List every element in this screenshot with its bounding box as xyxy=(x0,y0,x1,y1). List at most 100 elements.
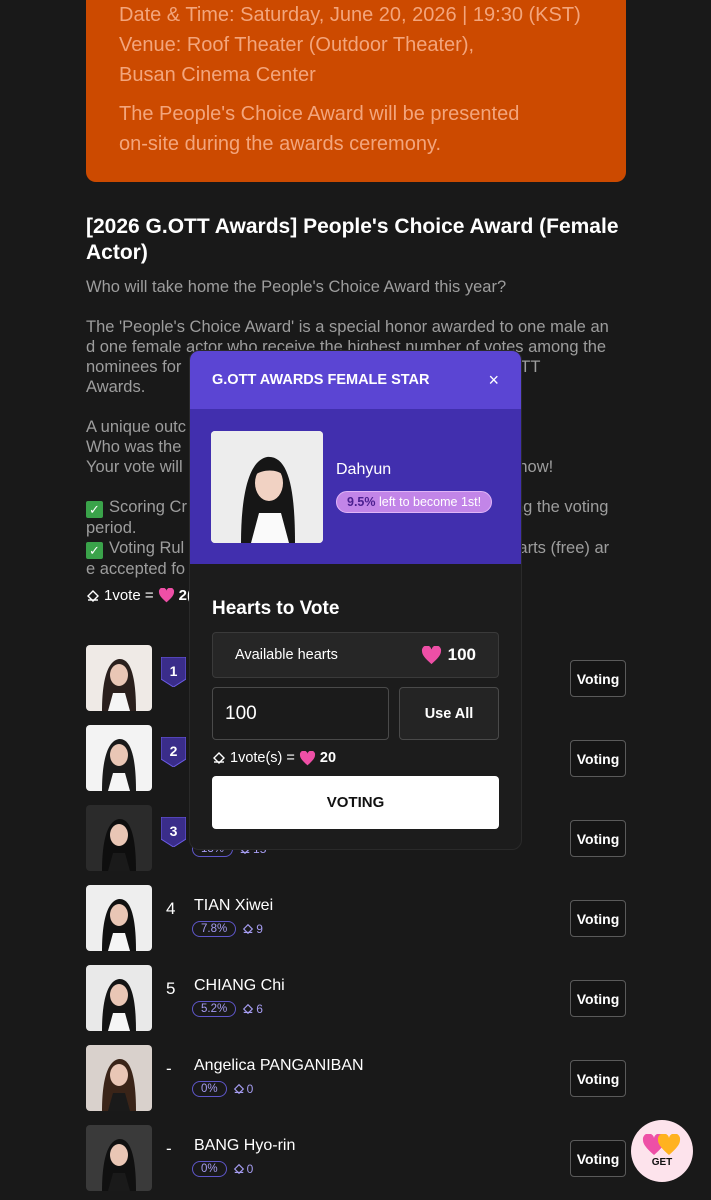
checkmark-icon: ✓ xyxy=(86,501,103,518)
vote-rate: 1vote(s) = 20 xyxy=(212,750,499,766)
nominee-thumbnail xyxy=(86,1045,152,1111)
available-hearts-label: Available hearts xyxy=(235,647,338,663)
nominee-name: Angelica PANGANIBAN xyxy=(194,1057,364,1074)
modal-title: G.OTT AWARDS FEMALE STAR xyxy=(212,372,430,388)
vote-percent: 7.8% xyxy=(192,921,237,937)
available-hearts-value: 100 xyxy=(447,645,476,664)
nominee-card: Dahyun 9.5% left to become 1st! xyxy=(190,409,521,564)
nominee-thumbnail xyxy=(86,725,152,791)
nominee-stats: 0% 0 xyxy=(192,1161,253,1177)
nominee-photo xyxy=(211,431,323,543)
ballot-icon xyxy=(87,589,99,602)
rank-number: - xyxy=(166,1139,172,1158)
rank-gap-badge: 9.5% left to become 1st! xyxy=(336,491,493,513)
rank-number: 4 xyxy=(166,899,176,918)
nominee-stats: 5.2% 6 xyxy=(192,1001,263,1017)
desc-line: Voting Rul xyxy=(109,539,185,557)
vote-count-wrap: 0 xyxy=(233,1082,254,1096)
nominee-thumbnail xyxy=(86,805,152,871)
rank-gap-pct: 9.5% xyxy=(347,495,376,509)
close-icon[interactable]: × xyxy=(488,370,499,391)
desc-line: Your vote will xyxy=(86,458,183,476)
vote-count-wrap: 0 xyxy=(233,1162,254,1176)
desc-line: ng the voting xyxy=(513,498,609,516)
submit-voting-button[interactable]: VOTING xyxy=(212,776,499,829)
desc-line: Who will take home the People's Choice A… xyxy=(86,278,507,296)
ballot-icon xyxy=(243,923,254,935)
voting-button[interactable]: Voting xyxy=(570,980,626,1017)
rank-badge-icon: 2 xyxy=(161,737,186,767)
vote-percent: 5.2% xyxy=(192,1001,237,1017)
ballot-icon xyxy=(233,1083,244,1095)
modal-header: G.OTT AWARDS FEMALE STAR × xyxy=(190,351,521,409)
nominee-name: BANG Hyo-rin xyxy=(194,1137,296,1154)
ballot-icon xyxy=(213,752,225,764)
page: Date & Time: Saturday, June 20, 2026 | 1… xyxy=(0,0,711,1200)
vote-count: 6 xyxy=(256,1002,263,1016)
event-venue: Venue: Roof Theater (Outdoor Theater), xyxy=(119,34,475,56)
vote-percent: 0% xyxy=(192,1161,227,1177)
vote-count: 0 xyxy=(246,1162,254,1176)
desc-line: nominees for xyxy=(86,358,182,376)
use-all-button[interactable]: Use All xyxy=(399,687,499,740)
nominee-thumbnail xyxy=(86,965,152,1031)
hearts-icon xyxy=(642,1134,681,1155)
vote-rule: 1vote = 2( xyxy=(86,587,192,604)
nominee-stats: 7.8% 9 xyxy=(192,921,263,937)
rank-number: - xyxy=(166,1059,172,1078)
nominee-thumbnail xyxy=(86,645,152,711)
event-venue-detail: Busan Cinema Center xyxy=(119,64,316,86)
rank-number: 1 xyxy=(170,663,178,679)
rank-gap-text: left to become 1st! xyxy=(378,495,482,509)
vote-percent: 0% xyxy=(192,1081,227,1097)
voting-button[interactable]: Voting xyxy=(570,740,626,777)
desc-line: The 'People's Choice Award' is a special… xyxy=(86,318,609,336)
heart-icon xyxy=(158,588,174,603)
voting-button[interactable]: Voting xyxy=(570,660,626,697)
ballot-icon xyxy=(233,1163,244,1175)
event-note-2: on-site during the awards ceremony. xyxy=(119,133,442,155)
vote-count: 9 xyxy=(256,922,263,936)
nominee-row: - Angelica PANGANIBAN 0% 0 Voting xyxy=(86,1045,626,1111)
nominee-name: CHIANG Chi xyxy=(194,977,285,994)
vote-rate-text: 1vote(s) = xyxy=(230,750,295,766)
desc-line: Scoring Cr xyxy=(109,498,187,516)
voting-button[interactable]: Voting xyxy=(570,1060,626,1097)
rank-badge-icon: 1 xyxy=(161,657,186,687)
nominee-stats: 0% 0 xyxy=(192,1081,253,1097)
page-title: [2026 G.OTT Awards] People's Choice Awar… xyxy=(86,215,619,264)
heart-icon xyxy=(299,750,315,765)
rank-number: 3 xyxy=(170,823,178,839)
rank-badge-icon: 3 xyxy=(161,817,186,847)
nominee-row: - BANG Hyo-rin 0% 0 Voting xyxy=(86,1125,626,1191)
voting-button[interactable]: Voting xyxy=(570,820,626,857)
event-note-1: The People's Choice Award will be presen… xyxy=(119,103,520,125)
heart-icon xyxy=(421,645,441,664)
vote-modal: G.OTT AWARDS FEMALE STAR × Dahyun 9.5% l… xyxy=(189,350,522,850)
nominee-row: 4 TIAN Xiwei 7.8% 9 Voting xyxy=(86,885,626,951)
hearts-amount-input[interactable] xyxy=(212,687,389,740)
nominee-row: 5 CHIANG Chi 5.2% 6 Voting xyxy=(86,965,626,1031)
event-info-card: Date & Time: Saturday, June 20, 2026 | 1… xyxy=(86,0,626,182)
vote-count-wrap: 6 xyxy=(242,1002,263,1016)
rank-number: 5 xyxy=(166,979,176,998)
available-hearts-box: Available hearts 100 xyxy=(212,632,499,678)
get-label: GET xyxy=(651,1157,673,1168)
vote-count-wrap: 9 xyxy=(242,922,263,936)
vote-count: 0 xyxy=(246,1082,254,1096)
checkmark-icon: ✓ xyxy=(86,542,103,559)
ballot-icon xyxy=(243,1003,254,1015)
desc-line: earts (free) ar xyxy=(509,539,610,557)
nominee-thumbnail xyxy=(86,1125,152,1191)
vote-rule-text: 1vote = xyxy=(104,587,154,604)
section-title: Hearts to Vote xyxy=(212,598,340,619)
nominee-name: Dahyun xyxy=(336,461,392,478)
rank-number: 2 xyxy=(170,743,178,759)
nominee-thumbnail xyxy=(86,885,152,951)
voting-button[interactable]: Voting xyxy=(570,1140,626,1177)
get-hearts-button[interactable]: GET xyxy=(631,1120,693,1182)
nominee-name: TIAN Xiwei xyxy=(194,897,274,914)
voting-button[interactable]: Voting xyxy=(570,900,626,937)
vote-rate-value: 20 xyxy=(319,750,337,766)
available-hearts-value-wrap: 100 xyxy=(421,645,476,665)
